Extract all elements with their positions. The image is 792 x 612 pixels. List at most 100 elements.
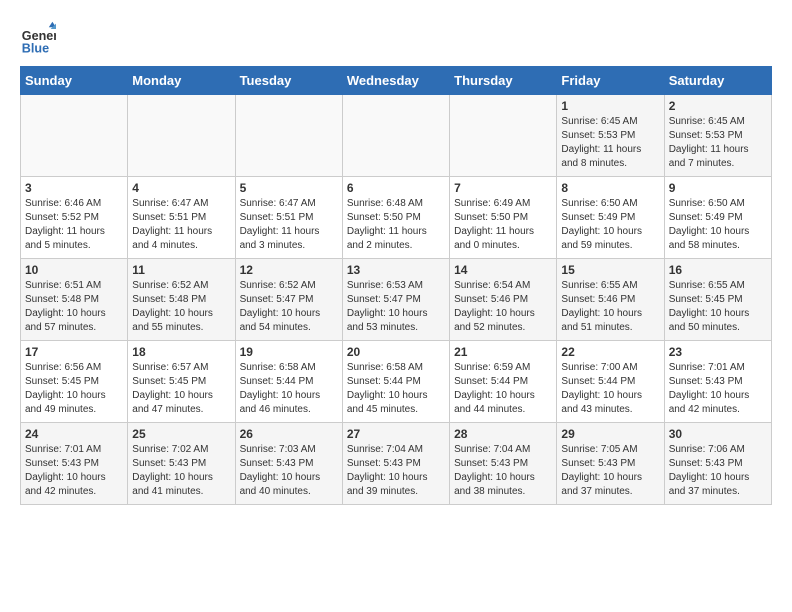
day-number: 9 — [669, 181, 767, 195]
day-number: 19 — [240, 345, 338, 359]
day-info: Sunrise: 6:50 AM Sunset: 5:49 PM Dayligh… — [669, 197, 767, 253]
day-info: Sunrise: 7:06 AM Sunset: 5:43 PM Dayligh… — [669, 443, 767, 499]
day-number: 11 — [132, 263, 230, 277]
day-number: 27 — [347, 427, 445, 441]
day-info: Sunrise: 6:50 AM Sunset: 5:49 PM Dayligh… — [561, 197, 659, 253]
day-number: 18 — [132, 345, 230, 359]
day-cell: 2 Sunrise: 6:45 AM Sunset: 5:53 PM Daylig… — [664, 95, 771, 177]
day-info: Sunrise: 6:48 AM Sunset: 5:50 PM Dayligh… — [347, 197, 445, 253]
day-number: 14 — [454, 263, 552, 277]
svg-text:Blue: Blue — [22, 41, 49, 55]
day-info: Sunrise: 7:03 AM Sunset: 5:43 PM Dayligh… — [240, 443, 338, 499]
day-cell: 4Sunrise: 6:47 AM Sunset: 5:51 PM Daylig… — [128, 177, 235, 259]
day-cell: 12 Sunrise: 6:52 AM Sunset: 5:47 PM Dayli… — [235, 259, 342, 341]
day-info: Sunrise: 6:53 AM Sunset: 5:47 PM Dayligh… — [347, 279, 445, 335]
day-number: 2 — [669, 99, 767, 113]
day-cell: 16Sunrise: 6:55 AM Sunset: 5:45 PM Dayli… — [664, 259, 771, 341]
day-cell: 28Sunrise: 7:04 AM Sunset: 5:43 PM Dayli… — [450, 423, 557, 505]
day-cell: 30 Sunrise: 7:06 AM Sunset: 5:43 PM Dayli… — [664, 423, 771, 505]
day-cell — [235, 95, 342, 177]
logo: General Blue — [20, 20, 60, 56]
day-number: 23 — [669, 345, 767, 359]
day-cell: 27 Sunrise: 7:04 AM Sunset: 5:43 PM Dayli… — [342, 423, 449, 505]
header-row: SundayMondayTuesdayWednesdayThursdayFrid… — [21, 67, 772, 95]
day-cell: 22 Sunrise: 7:00 AM Sunset: 5:44 PM Dayli… — [557, 341, 664, 423]
day-number: 5 — [240, 181, 338, 195]
week-row-5: 24 Sunrise: 7:01 AM Sunset: 5:43 PM Dayli… — [21, 423, 772, 505]
header-cell-wednesday: Wednesday — [342, 67, 449, 95]
day-number: 15 — [561, 263, 659, 277]
day-number: 26 — [240, 427, 338, 441]
day-number: 22 — [561, 345, 659, 359]
week-row-4: 17 Sunrise: 6:56 AM Sunset: 5:45 PM Dayli… — [21, 341, 772, 423]
day-info: Sunrise: 6:56 AM Sunset: 5:45 PM Dayligh… — [25, 361, 123, 417]
day-cell: 19 Sunrise: 6:58 AM Sunset: 5:44 PM Dayli… — [235, 341, 342, 423]
day-number: 25 — [132, 427, 230, 441]
day-number: 16 — [669, 263, 767, 277]
day-cell — [21, 95, 128, 177]
day-info: Sunrise: 7:05 AM Sunset: 5:43 PM Dayligh… — [561, 443, 659, 499]
day-cell: 8Sunrise: 6:50 AM Sunset: 5:49 PM Daylig… — [557, 177, 664, 259]
day-number: 12 — [240, 263, 338, 277]
day-info: Sunrise: 6:57 AM Sunset: 5:45 PM Dayligh… — [132, 361, 230, 417]
day-cell — [128, 95, 235, 177]
logo-icon: General Blue — [20, 20, 56, 56]
day-info: Sunrise: 6:45 AM Sunset: 5:53 PM Dayligh… — [561, 115, 659, 171]
day-number: 13 — [347, 263, 445, 277]
day-cell: 29 Sunrise: 7:05 AM Sunset: 5:43 PM Dayli… — [557, 423, 664, 505]
day-info: Sunrise: 6:52 AM Sunset: 5:48 PM Dayligh… — [132, 279, 230, 335]
day-number: 10 — [25, 263, 123, 277]
calendar-table: SundayMondayTuesdayWednesdayThursdayFrid… — [20, 66, 772, 505]
day-cell: 10 Sunrise: 6:51 AM Sunset: 5:48 PM Dayli… — [21, 259, 128, 341]
day-cell: 26 Sunrise: 7:03 AM Sunset: 5:43 PM Dayli… — [235, 423, 342, 505]
day-info: Sunrise: 6:58 AM Sunset: 5:44 PM Dayligh… — [240, 361, 338, 417]
day-info: Sunrise: 6:52 AM Sunset: 5:47 PM Dayligh… — [240, 279, 338, 335]
day-cell: 18 Sunrise: 6:57 AM Sunset: 5:45 PM Dayli… — [128, 341, 235, 423]
day-number: 21 — [454, 345, 552, 359]
day-cell: 14 Sunrise: 6:54 AM Sunset: 5:46 PM Dayli… — [450, 259, 557, 341]
day-info: Sunrise: 6:59 AM Sunset: 5:44 PM Dayligh… — [454, 361, 552, 417]
day-cell: 3Sunrise: 6:46 AM Sunset: 5:52 PM Daylig… — [21, 177, 128, 259]
day-cell: 13 Sunrise: 6:53 AM Sunset: 5:47 PM Dayli… — [342, 259, 449, 341]
day-cell: 7 Sunrise: 6:49 AM Sunset: 5:50 PM Daylig… — [450, 177, 557, 259]
week-row-1: 1 Sunrise: 6:45 AM Sunset: 5:53 PM Daylig… — [21, 95, 772, 177]
header-cell-thursday: Thursday — [450, 67, 557, 95]
day-info: Sunrise: 6:51 AM Sunset: 5:48 PM Dayligh… — [25, 279, 123, 335]
header-cell-monday: Monday — [128, 67, 235, 95]
day-cell: 17 Sunrise: 6:56 AM Sunset: 5:45 PM Dayli… — [21, 341, 128, 423]
week-row-2: 3Sunrise: 6:46 AM Sunset: 5:52 PM Daylig… — [21, 177, 772, 259]
day-cell: 24 Sunrise: 7:01 AM Sunset: 5:43 PM Dayli… — [21, 423, 128, 505]
day-cell: 9 Sunrise: 6:50 AM Sunset: 5:49 PM Daylig… — [664, 177, 771, 259]
day-info: Sunrise: 6:49 AM Sunset: 5:50 PM Dayligh… — [454, 197, 552, 253]
day-cell — [450, 95, 557, 177]
week-row-3: 10 Sunrise: 6:51 AM Sunset: 5:48 PM Dayli… — [21, 259, 772, 341]
day-number: 30 — [669, 427, 767, 441]
day-cell: 25Sunrise: 7:02 AM Sunset: 5:43 PM Dayli… — [128, 423, 235, 505]
day-info: Sunrise: 7:00 AM Sunset: 5:44 PM Dayligh… — [561, 361, 659, 417]
day-cell: 23Sunrise: 7:01 AM Sunset: 5:43 PM Dayli… — [664, 341, 771, 423]
day-cell: 1 Sunrise: 6:45 AM Sunset: 5:53 PM Daylig… — [557, 95, 664, 177]
day-info: Sunrise: 7:04 AM Sunset: 5:43 PM Dayligh… — [454, 443, 552, 499]
day-number: 24 — [25, 427, 123, 441]
day-info: Sunrise: 6:55 AM Sunset: 5:46 PM Dayligh… — [561, 279, 659, 335]
day-number: 1 — [561, 99, 659, 113]
header-cell-friday: Friday — [557, 67, 664, 95]
day-info: Sunrise: 7:01 AM Sunset: 5:43 PM Dayligh… — [25, 443, 123, 499]
header-cell-sunday: Sunday — [21, 67, 128, 95]
day-cell: 20Sunrise: 6:58 AM Sunset: 5:44 PM Dayli… — [342, 341, 449, 423]
day-info: Sunrise: 6:45 AM Sunset: 5:53 PM Dayligh… — [669, 115, 767, 171]
day-cell: 5 Sunrise: 6:47 AM Sunset: 5:51 PM Daylig… — [235, 177, 342, 259]
day-number: 3 — [25, 181, 123, 195]
day-info: Sunrise: 6:54 AM Sunset: 5:46 PM Dayligh… — [454, 279, 552, 335]
day-number: 7 — [454, 181, 552, 195]
day-info: Sunrise: 7:04 AM Sunset: 5:43 PM Dayligh… — [347, 443, 445, 499]
header: General Blue — [20, 20, 772, 56]
day-info: Sunrise: 6:58 AM Sunset: 5:44 PM Dayligh… — [347, 361, 445, 417]
day-info: Sunrise: 6:47 AM Sunset: 5:51 PM Dayligh… — [240, 197, 338, 253]
day-number: 6 — [347, 181, 445, 195]
day-cell — [342, 95, 449, 177]
day-cell: 15 Sunrise: 6:55 AM Sunset: 5:46 PM Dayli… — [557, 259, 664, 341]
day-number: 29 — [561, 427, 659, 441]
day-number: 4 — [132, 181, 230, 195]
day-number: 17 — [25, 345, 123, 359]
